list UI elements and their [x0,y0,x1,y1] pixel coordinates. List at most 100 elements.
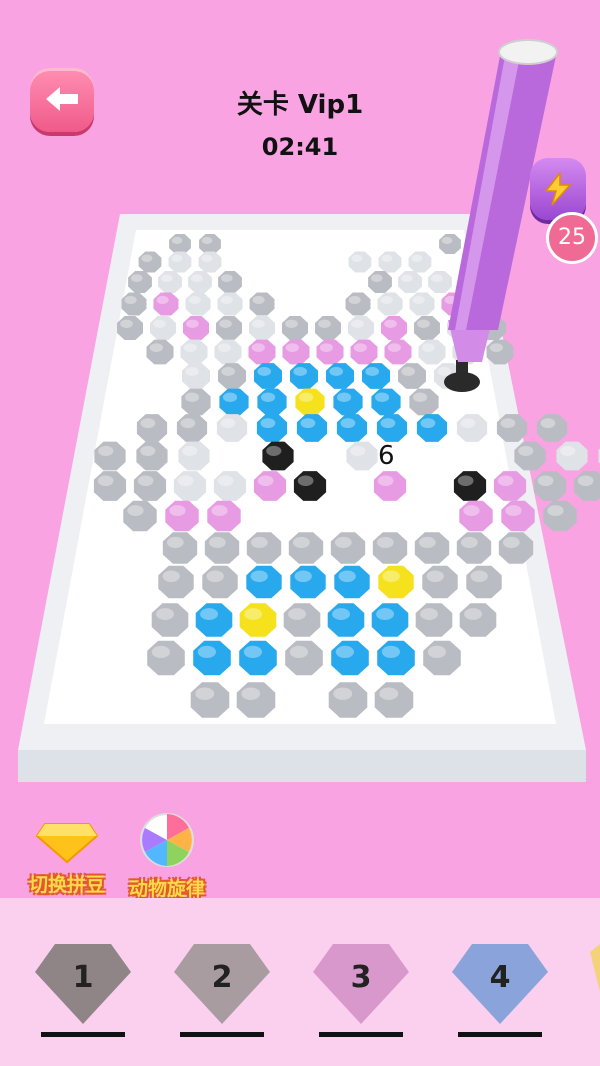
bead[interactable] [331,640,369,676]
bead[interactable] [282,339,310,365]
bead[interactable] [290,363,318,389]
bead[interactable] [218,271,242,293]
bead[interactable] [373,471,407,501]
power-up-button[interactable] [530,158,586,220]
bead[interactable] [123,500,157,532]
bead[interactable] [219,388,249,416]
bead[interactable] [150,316,176,340]
bead[interactable] [336,414,368,442]
bead[interactable] [288,532,324,564]
bead[interactable] [333,388,363,416]
bead[interactable] [246,565,282,599]
bead[interactable] [334,565,370,599]
bead[interactable] [384,339,412,365]
bead[interactable] [216,414,248,442]
bead[interactable] [182,363,210,389]
bead[interactable] [316,339,344,365]
bead[interactable] [136,441,168,471]
bead[interactable] [94,441,126,471]
bead[interactable] [345,292,371,316]
bead[interactable] [501,500,535,532]
bead[interactable] [165,500,199,532]
bead[interactable] [346,441,378,471]
bead[interactable] [133,471,167,501]
color-swatch-4[interactable]: 4 [450,942,550,1038]
bead[interactable] [93,471,127,501]
color-swatch-next[interactable] [580,942,600,1038]
bead[interactable] [416,414,448,442]
bead[interactable] [213,471,247,501]
bead[interactable] [536,414,568,442]
bead[interactable] [350,339,378,365]
bead[interactable] [180,339,208,365]
bead[interactable] [290,565,326,599]
bead[interactable] [248,339,276,365]
bead[interactable] [207,500,241,532]
bead[interactable] [285,640,323,676]
bead[interactable] [362,363,390,389]
bead[interactable] [190,682,230,718]
color-swatch-3[interactable]: 3 [311,942,411,1038]
bead[interactable] [418,339,446,365]
bead[interactable] [493,471,527,501]
bead[interactable] [372,532,408,564]
bead[interactable] [183,316,209,340]
bead[interactable] [326,363,354,389]
bead[interactable] [158,271,182,293]
bead[interactable] [374,682,414,718]
bead[interactable] [249,292,275,316]
bead[interactable] [296,414,328,442]
bead[interactable] [368,271,392,293]
bead[interactable] [153,292,179,316]
bead[interactable] [246,532,282,564]
bead[interactable] [151,603,189,637]
bead[interactable] [198,251,222,273]
switch-beads-tool[interactable]: 切换拼豆 [12,822,122,897]
bead[interactable] [256,414,288,442]
animal-melody-tool[interactable]: 动物旋律 [112,812,222,901]
bead[interactable] [254,363,282,389]
bead[interactable] [199,234,221,254]
bead[interactable] [348,316,374,340]
bead[interactable] [293,471,327,501]
bead[interactable] [330,532,366,564]
bead[interactable] [128,271,152,293]
bead[interactable] [371,603,409,637]
bead[interactable] [168,251,192,273]
bead[interactable] [428,271,452,293]
bead[interactable] [348,251,372,273]
bead[interactable] [381,316,407,340]
bead[interactable] [216,316,242,340]
color-swatch-2[interactable]: 2 [172,942,272,1038]
bead[interactable] [147,640,185,676]
bead[interactable] [408,251,432,273]
bead[interactable] [214,339,242,365]
bead[interactable] [262,441,294,471]
bead[interactable] [376,414,408,442]
bead[interactable] [158,565,194,599]
bead[interactable] [439,234,461,254]
bead[interactable] [239,603,277,637]
bead[interactable] [315,316,341,340]
bead[interactable] [514,441,546,471]
bead[interactable] [249,316,275,340]
bead[interactable] [146,339,174,365]
bead[interactable] [117,316,143,340]
bead[interactable] [456,414,488,442]
bead[interactable] [217,292,243,316]
bead[interactable] [378,565,414,599]
bead[interactable] [422,565,458,599]
bead[interactable] [283,603,321,637]
color-swatch-1[interactable]: 1 [33,942,133,1038]
bead[interactable] [486,339,514,365]
bead[interactable] [173,471,207,501]
bead[interactable] [409,292,435,316]
bead[interactable] [253,471,287,501]
bead[interactable] [136,414,168,442]
bead[interactable] [204,532,240,564]
bead[interactable] [414,532,450,564]
bead[interactable] [533,471,567,501]
bead[interactable] [295,388,325,416]
bead[interactable] [178,441,210,471]
bead[interactable] [543,500,577,532]
